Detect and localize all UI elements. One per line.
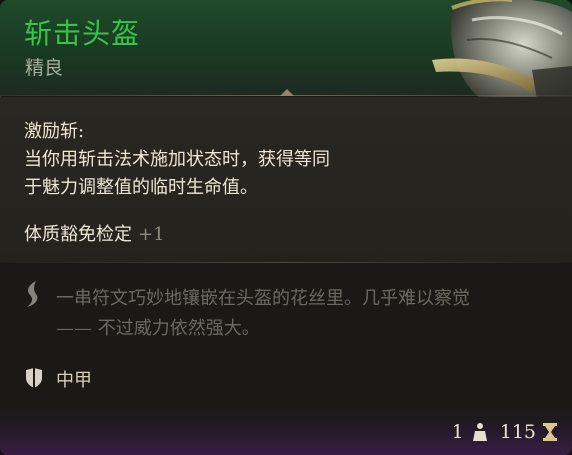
flavor-section: 一串符文巧妙地镶嵌在头盔的花丝里。几乎难以察觉 —— 不过威力依然强大。 中甲 [0,262,572,407]
flavor-text: 一串符文巧妙地镶嵌在头盔的花丝里。几乎难以察觉 —— 不过威力依然强大。 [56,284,556,344]
helmet-icon [432,0,572,100]
effect-description-line-2: 于魅力调整值的临时生命值。 [24,177,258,198]
saving-throw-bonus: 体质豁免检定 +1 [24,220,165,246]
weight-value: 1 [451,421,464,443]
tooltip-footer: 1 115 [0,407,572,455]
gold-value: 115 [499,421,536,443]
tooltip-header: 斩击头盔 精良 [0,0,572,100]
header-divider-notch [280,89,294,96]
hourglass-icon [543,423,557,441]
item-rarity: 精良 [25,57,64,79]
shield-icon [26,368,42,388]
bonus-value: +1 [138,224,165,245]
bonus-label: 体质豁免检定 [24,224,132,245]
armor-type: 中甲 [56,370,92,391]
quill-icon [27,281,38,307]
effect-description: 当你用斩击法术施加状态时，获得等同 于魅力调整值的临时生命值。 [24,146,404,202]
item-name: 斩击头盔 [24,17,141,50]
item-stats: 1 115 [452,421,558,443]
weight-icon [472,423,487,441]
effect-title: 激励斩: [24,121,85,142]
item-tooltip: 斩击头盔 精良 激励斩: 当你用斩击法术施加状态时，获得等同 于魅力调整值的临时… [0,0,572,455]
effect-description-line-1: 当你用斩击法术施加状态时，获得等同 [24,149,330,170]
flavor-text-line-1: 一串符文巧妙地镶嵌在头盔的花丝里。几乎难以察觉 [56,288,470,309]
effect-section: 激励斩: 当你用斩击法术施加状态时，获得等同 于魅力调整值的临时生命值。 体质豁… [0,97,572,262]
flavor-text-line-2: —— 不过威力依然强大。 [56,318,260,339]
